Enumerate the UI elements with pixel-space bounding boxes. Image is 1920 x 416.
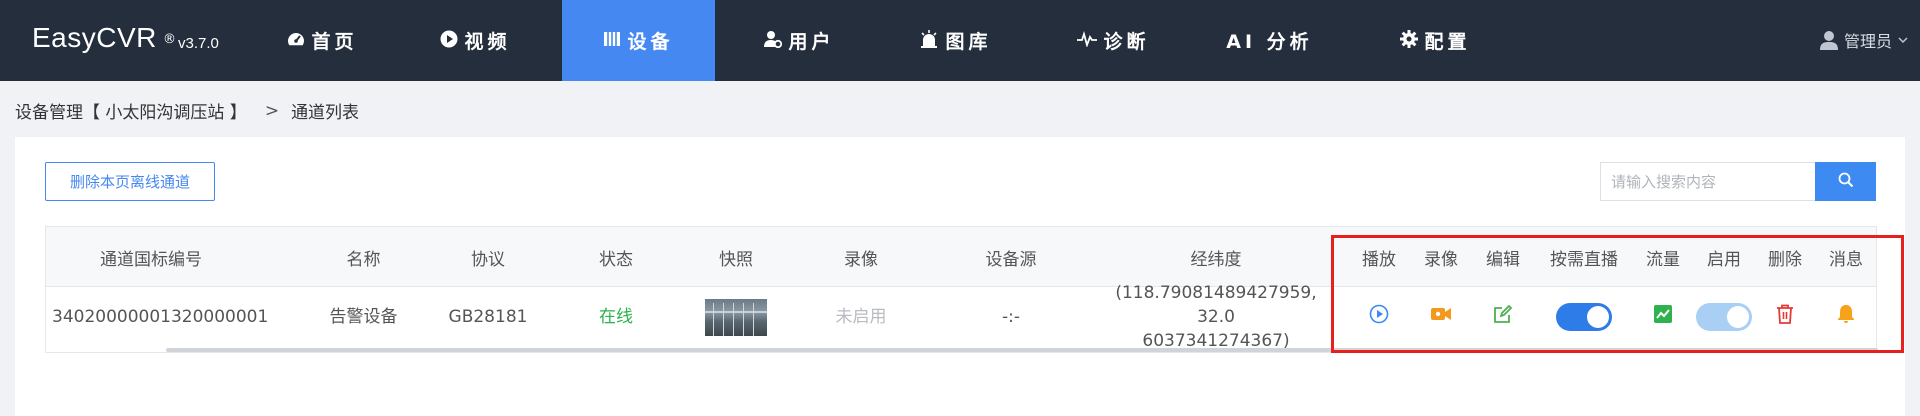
on-demand-toggle-switch[interactable] [1556,303,1612,331]
column-header: 快照 [719,249,753,270]
channel-table: 通道国标编号 名称 协议 状态 快照 录像 设备源 经纬度 播放 录像 编辑 按… [45,226,1879,353]
delete-offline-channels-button[interactable]: 删除本页离线通道 [45,162,215,201]
column-header: 状态 [599,249,633,270]
nav-item-ai-analysis[interactable]: AI 分析 [1193,0,1346,81]
cell-record: 未启用 [835,307,887,327]
trash-icon [1776,304,1794,331]
column-header: 经纬度 [1190,249,1242,270]
video-camera-icon [1430,305,1452,329]
coords-line-1: (118.79081489427959, 32.0 [1115,283,1317,327]
play-circle-icon [1369,304,1389,331]
app-version: v3.7.0 [178,35,219,52]
pulse-icon [1077,30,1098,51]
column-header: 设备源 [985,249,1037,270]
bell-icon [1837,304,1855,331]
enable-toggle-switch[interactable] [1696,303,1752,331]
message-button[interactable] [1813,287,1879,347]
toggle-knob [1727,306,1749,328]
nav-label: 首页 [311,31,358,53]
enable-toggle[interactable] [1691,287,1757,347]
chevron-down-icon [1898,33,1908,47]
play-button[interactable] [1346,287,1412,347]
user-gear-icon [764,30,783,52]
column-header: 录像 [844,249,878,270]
column-header: 流量 [1646,249,1680,270]
cell-protocol: GB28181 [448,307,528,327]
nav-item-config[interactable]: 配置 [1359,0,1512,81]
nav-item-device[interactable]: 设备 [562,0,715,81]
nav-label: 配置 [1424,31,1471,53]
nav-item-diagnose[interactable]: 诊断 [1037,0,1190,81]
play-circle-icon [440,30,458,52]
breadcrumb-current: 通道列表 [291,103,360,123]
nav-label: 诊断 [1103,31,1150,53]
nav-item-video[interactable]: 视频 [399,0,552,81]
device-icon [603,31,621,51]
column-header: 按需直播 [1550,249,1618,270]
user-name: 管理员 [1843,32,1892,51]
app-logo[interactable]: EasyCVR [32,22,157,54]
column-header: 通道国标编号 [100,249,202,270]
breadcrumb-separator: > [264,100,280,121]
nav-label: AI 分析 [1226,31,1313,53]
cell-channel-id: 34020000001320000001 [52,307,269,327]
user-menu[interactable]: 管理员 [1819,28,1908,52]
registered-mark: ® [163,32,176,47]
flow-button[interactable] [1630,287,1696,347]
toggle-knob [1587,306,1609,328]
column-header: 编辑 [1486,249,1520,270]
cell-coordinates: (118.79081489427959, 32.0 6037341274367) [1096,283,1336,351]
breadcrumb-device[interactable]: 设备管理【 小太阳沟调压站 】 [15,98,247,123]
column-header: 名称 [346,249,381,270]
user-icon [1819,30,1838,50]
snapshot-thumbnail[interactable] [705,298,767,336]
camera-alarm-icon [919,29,939,52]
cell-status: 在线 [599,307,633,327]
nav-label: 图库 [945,31,992,53]
search-input[interactable] [1600,162,1815,201]
gear-icon [1400,29,1419,52]
nav-label: 用户 [788,31,835,53]
cell-source: -:- [1002,307,1020,327]
nav-item-home[interactable]: 首页 [246,0,399,81]
delete-button[interactable] [1752,287,1818,347]
nav-item-user[interactable]: 用户 [723,0,876,81]
top-navbar: EasyCVR ® v3.7.0 首页 视频 设备 用户 图库 诊断 AI 分析… [0,0,1920,81]
column-header: 播放 [1362,249,1396,270]
edit-button[interactable] [1470,287,1536,347]
record-button[interactable] [1408,287,1474,347]
main-panel: 删除本页离线通道 通道国标编号 名称 协议 状态 快照 录像 设备源 经纬度 播… [15,137,1905,416]
nav-item-gallery[interactable]: 图库 [879,0,1032,81]
chart-line-icon [1654,304,1672,330]
column-header: 协议 [471,249,505,270]
column-header: 录像 [1424,249,1458,270]
nav-label: 视频 [464,31,511,53]
column-header: 删除 [1768,249,1802,270]
horizontal-scrollbar[interactable] [166,348,1878,352]
nav-label: 设备 [627,31,674,53]
column-header: 消息 [1829,249,1863,270]
dashboard-icon [287,31,305,50]
table-header: 通道国标编号 名称 协议 状态 快照 录像 设备源 经纬度 播放 录像 编辑 按… [46,227,1876,287]
search-button[interactable] [1815,162,1876,201]
breadcrumb: 设备管理【 小太阳沟调压站 】 > 通道列表 [15,98,360,124]
on-demand-live-toggle[interactable] [1536,287,1632,347]
cell-snapshot[interactable] [686,287,786,347]
cell-name: 告警设备 [329,307,398,327]
edit-icon [1493,304,1513,331]
column-header: 启用 [1707,249,1741,270]
search-icon [1838,172,1854,192]
